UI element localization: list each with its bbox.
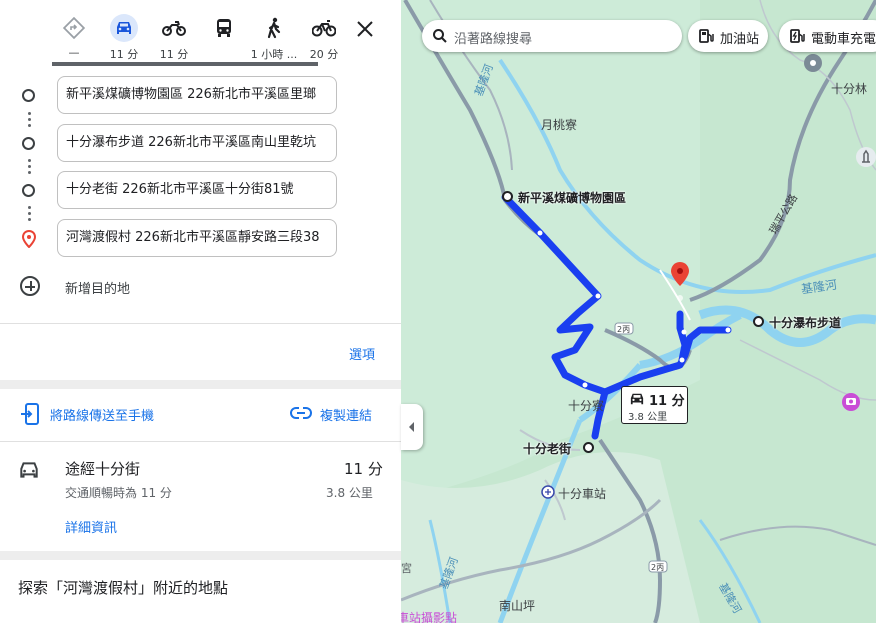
chip-ev-charging[interactable]: 電動車充電	[779, 20, 876, 52]
add-destination-label: 新增目的地	[65, 282, 131, 297]
station-label[interactable]: 十分車站	[558, 485, 606, 502]
road-shield-2bing: 2丙	[651, 563, 665, 572]
route-time: 11 分	[344, 460, 383, 478]
label-shifen-lin: 十分林	[831, 82, 868, 96]
mode-time: 20 分	[309, 48, 339, 61]
map-search-box[interactable]: 沿著路線搜尋	[422, 20, 682, 52]
divider	[0, 323, 401, 324]
poi-marker[interactable]	[753, 316, 764, 327]
send-to-phone-label: 將路線傳送至手機	[50, 409, 155, 424]
stop-circle-icon	[22, 137, 36, 151]
stop-row: 河灣渡假村 226新北市平溪區靜安路三段38	[0, 219, 401, 259]
route-title[interactable]: 途經十分街	[65, 458, 140, 479]
walking-icon	[260, 14, 288, 42]
stop-row: 十分瀑布步道 226新北市平溪區南山里乾坑	[0, 124, 401, 164]
add-destination-button[interactable]: 新增目的地	[18, 274, 318, 300]
stop-input[interactable]: 十分瀑布步道 226新北市平溪區南山里乾坑	[57, 124, 337, 162]
poi-marker[interactable]	[583, 442, 594, 453]
options-button[interactable]: 選項	[349, 344, 375, 363]
chip-label: 電動車充電	[811, 32, 876, 47]
travel-mode-bar: — 11 分 11 分 1 小時 ... 20 分	[52, 10, 352, 66]
link-icon	[290, 407, 312, 419]
stop-circle-icon	[22, 89, 36, 103]
collapse-panel-button[interactable]	[401, 404, 423, 450]
map-canvas[interactable]: 月桃寮 十分寮 南山坪 基隆河 基隆河 基隆河 基隆河 瑞平公路 十分林 2丙 …	[401, 0, 876, 623]
poi-waterfall-label[interactable]: 十分瀑布步道	[769, 314, 841, 331]
mode-time: 11 分	[159, 48, 189, 61]
stop-input[interactable]: 十分老街 226新北市平溪區十分街81號	[57, 171, 337, 209]
car-icon	[630, 393, 644, 405]
section-divider	[0, 551, 401, 560]
poi-oldstreet-label[interactable]: 十分老街	[523, 440, 571, 457]
route-distance: 3.8 公里	[326, 486, 373, 500]
gas-pump-icon	[699, 29, 714, 43]
destination-pin-icon	[21, 229, 37, 249]
chevron-left-icon	[409, 422, 414, 432]
chip-gas-station[interactable]: 加油站	[688, 20, 768, 52]
bubble-distance: 3.8 公里	[628, 412, 668, 423]
close-icon[interactable]	[354, 18, 376, 40]
car-icon	[18, 460, 40, 480]
copy-link-label: 複製連結	[320, 409, 373, 424]
mode-best-route[interactable]: —	[52, 10, 96, 62]
explore-nearby-heading: 探索「河灣渡假村」附近的地點	[18, 579, 229, 597]
poi-museum-label[interactable]: 新平溪煤礦博物園區	[518, 189, 626, 206]
mode-transit[interactable]	[202, 10, 246, 62]
label-gong: 宮	[401, 562, 412, 575]
mode-motorcycle[interactable]: 11 分	[152, 10, 196, 62]
search-icon	[433, 29, 447, 43]
add-circle-icon	[20, 276, 40, 296]
mode-scroll-indicator	[52, 62, 318, 66]
section-divider	[0, 380, 401, 389]
bubble-time: 11 分	[649, 394, 685, 409]
stop-input[interactable]: 河灣渡假村 226新北市平溪區靜安路三段38	[57, 219, 337, 257]
divider	[0, 441, 401, 442]
mode-driving[interactable]: 11 分	[102, 10, 146, 62]
map-search-placeholder: 沿著路線搜尋	[454, 32, 533, 47]
chip-label: 加油站	[720, 32, 760, 47]
motorcycle-icon	[160, 14, 188, 42]
poi-marker[interactable]	[502, 191, 513, 202]
send-to-phone-icon	[21, 403, 39, 425]
bicycle-icon	[310, 14, 338, 42]
label-yuetaoliao: 月桃寮	[541, 118, 578, 132]
label-nanshanping: 南山坪	[499, 599, 536, 613]
directions-panel: — 11 分 11 分 1 小時 ... 20 分 新平溪煤礦博物園區 226新…	[0, 0, 401, 623]
label-shifenliao: 十分寮	[568, 399, 605, 413]
route-traffic-note: 交通順暢時為 11 分	[65, 486, 172, 500]
bus-icon	[210, 14, 238, 42]
route-time-bubble[interactable]: 11 分 3.8 公里	[621, 386, 688, 424]
diamond-turn-icon	[60, 14, 88, 42]
ev-charger-icon	[790, 29, 805, 43]
stop-circle-icon	[22, 184, 36, 198]
mode-cycling[interactable]: 20 分	[302, 10, 346, 62]
stop-input[interactable]: 新平溪煤礦博物園區 226新北市平溪區里瑯	[57, 76, 337, 114]
car-icon	[110, 14, 138, 42]
route-details-link[interactable]: 詳細資訊	[65, 517, 117, 536]
road-shield-2bing: 2丙	[617, 325, 631, 334]
stop-row: 十分老街 226新北市平溪區十分街81號	[0, 171, 401, 211]
mode-walking[interactable]: 1 小時 ...	[251, 10, 297, 62]
label-photo-place: 車站攝影點	[401, 611, 458, 623]
stop-row: 新平溪煤礦博物園區 226新北市平溪區里瑯	[0, 76, 401, 116]
